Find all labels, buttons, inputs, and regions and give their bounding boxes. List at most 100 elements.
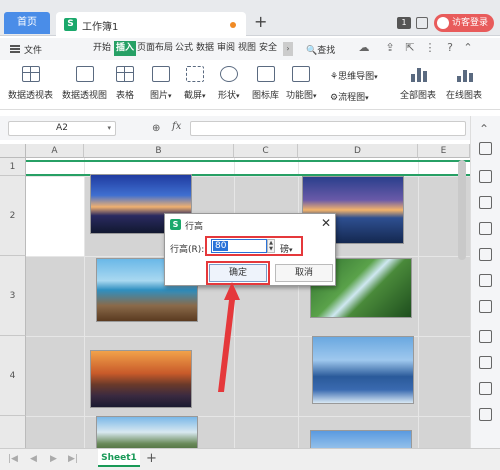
- function-chart-button[interactable]: 功能图▾: [286, 66, 317, 101]
- first-sheet-icon[interactable]: |◀: [8, 454, 18, 464]
- menu-insert[interactable]: 插入: [114, 41, 137, 56]
- flowchart-button[interactable]: ⚙流程图▾: [330, 90, 369, 103]
- menu-page-layout[interactable]: 页面布局: [137, 41, 173, 56]
- select-all-corner[interactable]: [0, 144, 26, 158]
- picture-icon: [151, 66, 170, 82]
- shape-button[interactable]: 形状▾: [218, 66, 240, 101]
- cloud-icon[interactable]: ☁: [358, 42, 370, 54]
- menu-file[interactable]: 文件: [24, 43, 42, 56]
- column-header-c[interactable]: C: [234, 144, 298, 158]
- fx-icon[interactable]: fx: [172, 121, 181, 132]
- online-chart-button[interactable]: 在线图表: [446, 66, 482, 101]
- menu-data[interactable]: 数据: [196, 41, 214, 56]
- cell-name-box[interactable]: A2 ▾: [8, 121, 116, 136]
- new-tab-button[interactable]: +: [254, 14, 267, 30]
- column-header-d[interactable]: D: [298, 144, 418, 158]
- search-icon: 🔍: [306, 46, 318, 56]
- shape-label: 形状: [218, 91, 237, 101]
- tools-icon[interactable]: [479, 300, 492, 313]
- cell-a2[interactable]: [26, 176, 84, 256]
- share-sidebar-icon[interactable]: [479, 330, 492, 343]
- last-sheet-icon[interactable]: ▶|: [68, 454, 78, 464]
- prev-sheet-icon[interactable]: ◀: [30, 454, 37, 464]
- chevron-right-icon[interactable]: ›: [283, 42, 293, 56]
- row-header-4[interactable]: 4: [0, 336, 26, 416]
- icon-library-button[interactable]: 图标库: [252, 66, 279, 101]
- pivot-chart-button[interactable]: 数据透视图: [62, 66, 107, 101]
- selection-border: [26, 160, 470, 162]
- menu-security[interactable]: 安全: [259, 41, 277, 56]
- screenshot-label: 截屏: [184, 91, 203, 101]
- misty-mountains-photo[interactable]: [312, 336, 414, 404]
- online-chart-label: 在线图表: [446, 91, 483, 101]
- column-header-e[interactable]: E: [418, 144, 470, 158]
- next-sheet-icon[interactable]: ▶: [50, 454, 57, 464]
- grid-line: [84, 158, 85, 448]
- history-icon[interactable]: [479, 382, 492, 395]
- grid-line: [418, 158, 419, 448]
- tab-workbook[interactable]: S 工作簿1: [56, 12, 246, 36]
- formula-input[interactable]: [190, 121, 466, 136]
- pivot-table-button[interactable]: 数据透视表: [8, 66, 53, 101]
- title-tab-bar: 首页 S 工作簿1 + 1 访客登录: [0, 0, 500, 36]
- backup-icon[interactable]: [479, 408, 492, 421]
- close-icon[interactable]: ✕: [321, 216, 331, 230]
- style-icon[interactable]: [479, 196, 492, 209]
- column-header-a[interactable]: A: [26, 144, 84, 158]
- menu-view[interactable]: 视图: [238, 41, 256, 56]
- menu-formula[interactable]: 公式: [175, 41, 193, 56]
- hamburger-menu-icon[interactable]: [10, 45, 20, 53]
- row-header-3[interactable]: 3: [0, 256, 26, 336]
- flowchart-icon: ⚙: [330, 93, 339, 103]
- mindmap-button[interactable]: ⚘思维导图▾: [330, 69, 378, 82]
- sheet-tab-sheet1[interactable]: Sheet1: [98, 449, 140, 467]
- function-chart-label: 功能图: [286, 91, 314, 101]
- cancel-button[interactable]: 取消: [275, 264, 333, 282]
- annotation-arrow-icon: [218, 282, 240, 392]
- properties-icon[interactable]: [479, 170, 492, 183]
- sky-photo[interactable]: [310, 430, 412, 448]
- more-dots-icon[interactable]: ⋮: [424, 42, 436, 54]
- cursor-icon[interactable]: [479, 142, 492, 155]
- table-tool-icon[interactable]: [479, 222, 492, 235]
- row-header-5[interactable]: [0, 416, 26, 448]
- menu-review[interactable]: 审阅: [217, 41, 235, 56]
- mindmap-icon: ⚘: [330, 72, 339, 82]
- arrow-up-icon[interactable]: ⌃: [479, 122, 492, 136]
- filter-icon[interactable]: [479, 248, 492, 261]
- zoom-icon[interactable]: ⊕: [152, 123, 160, 134]
- canal-city-photo[interactable]: [90, 350, 192, 408]
- chart-tool-icon[interactable]: [479, 274, 492, 287]
- icon-library-icon: [256, 66, 275, 82]
- row-header-2[interactable]: 2: [0, 176, 26, 256]
- menu-bar: 文件 开始 插入 页面布局 公式 数据 审阅 视图 安全 › 🔍查找 ☁ ⇪ ⇱…: [0, 38, 500, 60]
- grid-line: [26, 416, 470, 417]
- tab-home[interactable]: 首页: [4, 12, 50, 34]
- picture-button[interactable]: 图片▾: [150, 66, 172, 101]
- image-tool-icon[interactable]: [479, 356, 492, 369]
- alpine-village-photo[interactable]: [96, 416, 198, 448]
- dialog-title: 行高: [185, 222, 204, 232]
- guest-login-button[interactable]: 访客登录: [434, 14, 494, 32]
- window-count-badge[interactable]: 1: [397, 17, 411, 29]
- help-icon[interactable]: ?: [444, 42, 456, 54]
- add-sheet-button[interactable]: +: [146, 451, 157, 466]
- vertical-scrollbar[interactable]: [458, 160, 466, 260]
- menu-home[interactable]: 开始: [93, 41, 111, 56]
- screenshot-icon: [185, 66, 204, 82]
- spreadsheet-logo-icon: S: [64, 18, 77, 31]
- column-header-b[interactable]: B: [84, 144, 234, 158]
- chevron-up-icon[interactable]: ⌃: [462, 42, 474, 54]
- function-chart-icon: [292, 66, 311, 82]
- all-charts-button[interactable]: 全部图表: [400, 66, 436, 101]
- picture-label: 图片: [150, 91, 169, 101]
- chevron-down-icon: ▾: [107, 124, 111, 132]
- layout-grid-icon[interactable]: [416, 17, 428, 29]
- share-icon[interactable]: ⇪: [384, 42, 396, 54]
- row-header-1[interactable]: 1: [0, 158, 26, 176]
- export-icon[interactable]: ⇱: [404, 42, 416, 54]
- unsaved-dot-icon: [230, 22, 236, 28]
- search-command[interactable]: 🔍查找: [306, 43, 335, 56]
- table-button[interactable]: 表格: [116, 66, 134, 101]
- screenshot-button[interactable]: 截屏▾: [184, 66, 206, 101]
